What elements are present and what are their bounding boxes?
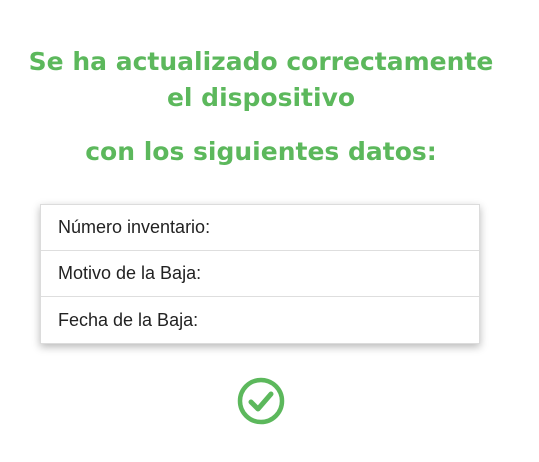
success-title-line-2: el dispositivo <box>166 83 356 112</box>
detail-row-inventory-number: Número inventario: <box>41 205 479 251</box>
success-title-line-1: Se ha actualizado correctamente <box>28 47 494 76</box>
success-subtitle-text: con los siguientes datos: <box>85 137 437 166</box>
success-subtitle: con los siguientes datos: <box>0 134 522 170</box>
detail-row-removal-reason: Motivo de la Baja: <box>41 251 479 297</box>
check-circle-icon <box>237 377 285 425</box>
detail-row-removal-date: Fecha de la Baja: <box>41 297 479 343</box>
removal-reason-label: Motivo de la Baja: <box>58 263 202 283</box>
removal-date-label: Fecha de la Baja: <box>58 309 199 330</box>
inventory-number-label: Número inventario: <box>58 217 211 237</box>
device-details-card: Número inventario: Motivo de la Baja: Fe… <box>40 204 480 344</box>
success-title: Se ha actualizado correctamente el dispo… <box>0 44 522 116</box>
